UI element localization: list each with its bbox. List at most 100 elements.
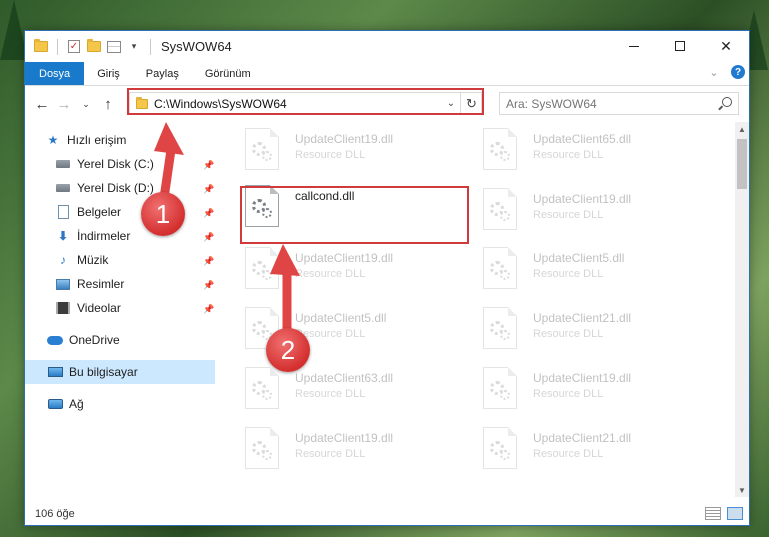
new-folder-icon[interactable] [86,39,102,55]
sidebar-item-label: Hızlı erişim [67,133,127,147]
pin-icon[interactable]: 📌 [203,160,214,170]
vertical-scrollbar[interactable]: ▲ ▼ [735,122,749,497]
customize-view-icon[interactable] [106,39,122,55]
pin-icon[interactable]: 📌 [203,304,214,314]
sidebar-item-label: Bu bilgisayar [69,365,138,379]
details-view-icon[interactable] [705,507,721,520]
large-icons-view-icon[interactable] [727,507,743,520]
maximize-button[interactable] [657,31,703,61]
file-item[interactable]: UpdateClient21.dll Resource DLL [483,427,708,477]
dll-file-icon [483,128,517,170]
pin-icon[interactable]: 📌 [203,208,214,218]
disk-icon [55,156,71,172]
file-name: UpdateClient19.dll [533,192,632,206]
ribbon-tabs: Dosya Giriş Paylaş Görünüm ⌄ ? [25,62,749,86]
scroll-down-icon[interactable]: ▼ [735,483,749,497]
sidebar-item-quick-access[interactable]: ★ Hızlı erişim [45,128,127,152]
scroll-up-icon[interactable]: ▲ [735,122,749,136]
file-description: Resource DLL [533,209,604,221]
chevron-down-icon[interactable]: ⌄ [443,98,459,109]
help-icon[interactable]: ? [731,65,745,79]
pin-icon[interactable]: 📌 [203,232,214,242]
dll-file-icon [245,367,279,409]
sidebar-item-disk-d[interactable]: Yerel Disk (D:) [55,176,154,200]
up-button[interactable]: ↑ [97,93,119,115]
sidebar-item-onedrive[interactable]: OneDrive [47,328,120,352]
folder-icon [136,96,148,109]
file-item[interactable]: UpdateClient19.dll Resource DLL [245,427,470,477]
sidebar-item-disk-c[interactable]: Yerel Disk (C:) [55,152,154,176]
minimize-button[interactable] [611,31,657,61]
pin-icon[interactable]: 📌 [203,280,214,290]
back-button[interactable]: ← [31,93,53,115]
tab-file[interactable]: Dosya [25,62,85,85]
chevron-down-icon[interactable]: ⌄ [707,65,721,79]
address-bar[interactable]: C:\Windows\SysWOW64 ⌄ [129,92,482,115]
sidebar-item-documents[interactable]: Belgeler [55,200,121,224]
search-icon[interactable] [722,97,732,107]
sidebar-item-label: Resimler [77,277,125,291]
sidebar-item-pictures[interactable]: Resimler [55,272,124,296]
file-name: UpdateClient63.dll [295,371,394,385]
file-item[interactable]: UpdateClient19.dll Resource DLL [483,188,708,238]
file-name: UpdateClient19.dll [295,132,394,146]
file-name: UpdateClient21.dll [533,431,632,445]
sidebar-item-label: Belgeler [77,205,122,219]
pictures-icon [55,276,71,292]
videos-icon [55,300,71,316]
tab-view[interactable]: Görünüm [192,62,264,85]
file-description: Resource DLL [533,388,604,400]
search-box[interactable] [499,92,739,115]
file-name: UpdateClient21.dll [533,311,632,325]
folder-icon[interactable] [33,39,49,55]
scrollbar-thumb[interactable] [737,139,747,189]
dll-file-icon [245,128,279,170]
file-name: UpdateClient19.dll [295,251,394,265]
step-2-badge: 2 [266,328,310,372]
file-description: Resource DLL [295,388,366,400]
sidebar-item-this-pc[interactable]: Bu bilgisayar [25,360,215,384]
file-description: Resource DLL [295,268,366,280]
dll-file-icon [483,367,517,409]
sidebar-item-network[interactable]: Ağ [47,392,84,416]
sidebar-item-videos[interactable]: Videolar [55,296,121,320]
network-icon [47,396,63,412]
sidebar-item-label: OneDrive [69,333,120,347]
star-icon: ★ [47,133,59,147]
properties-check-icon[interactable]: ✓ [66,39,82,55]
tab-home[interactable]: Giriş [84,62,133,85]
search-input[interactable] [506,96,706,111]
cloud-icon [47,332,63,348]
dropdown-arrow-icon[interactable]: ▾ [126,39,142,55]
file-item[interactable]: UpdateClient19.dll Resource DLL [245,247,470,297]
forward-button[interactable]: → [53,93,75,115]
dll-file-icon [245,247,279,289]
dll-file-icon [483,188,517,230]
item-count: 106 öğe [35,508,75,520]
file-item[interactable]: UpdateClient19.dll Resource DLL [245,128,470,178]
file-item[interactable]: UpdateClient21.dll Resource DLL [483,307,708,357]
divider [150,38,151,55]
music-icon: ♪ [60,253,66,267]
file-item[interactable]: UpdateClient5.dll Resource DLL [483,247,708,297]
refresh-button[interactable]: ↻ [460,92,482,115]
computer-icon [47,364,63,380]
recent-locations-button[interactable]: ⌄ [75,93,97,115]
sidebar-item-music[interactable]: ♪ Müzik [55,248,108,272]
ribbon-right-controls: ⌄ ? [707,65,745,79]
file-description: Resource DLL [295,328,366,340]
minimize-icon [629,45,639,47]
file-name: UpdateClient65.dll [533,132,632,146]
file-name: UpdateClient19.dll [533,371,632,385]
file-item[interactable]: UpdateClient19.dll Resource DLL [483,367,708,417]
close-button[interactable]: ✕ [703,31,749,61]
quick-access-toolbar: ✓ ▾ SysWOW64 [25,38,232,55]
file-item[interactable]: UpdateClient63.dll Resource DLL [245,367,470,417]
sidebar-item-downloads[interactable]: ⬇ İndirmeler [55,224,130,248]
tab-share[interactable]: Paylaş [133,62,192,85]
file-item-callcond[interactable]: callcond.dll [245,185,470,235]
pin-icon[interactable]: 📌 [203,256,214,266]
navigation-pane: ★ Hızlı erişim Yerel Disk (C:) 📌 Yerel D… [25,122,215,497]
file-item[interactable]: UpdateClient65.dll Resource DLL [483,128,708,178]
pin-icon[interactable]: 📌 [203,184,214,194]
